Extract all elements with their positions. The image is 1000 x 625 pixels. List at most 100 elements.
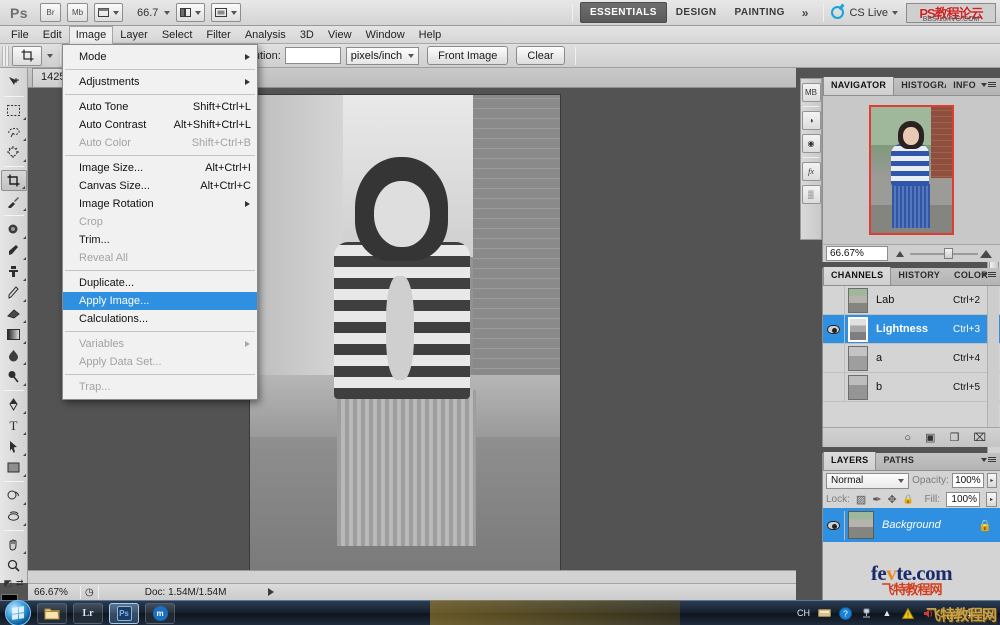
menu-file[interactable]: File [4,26,36,44]
taskbar-explorer[interactable] [37,602,67,624]
menu-edit[interactable]: Edit [36,26,69,44]
swatches-icon[interactable]: ▒ [801,185,821,204]
tray-network-icon[interactable] [859,606,873,620]
path-selection-tool[interactable] [1,436,27,457]
workspace-painting[interactable]: PAINTING [726,3,794,22]
zoom-in-icon[interactable] [980,249,992,258]
menu-filter[interactable]: Filter [199,26,237,44]
menu-item-image-rotation[interactable]: Image Rotation [63,195,257,213]
navigator-zoom-input[interactable]: 66.67% [826,246,888,261]
blend-mode-select[interactable]: Normal [826,472,910,489]
tab-info[interactable]: INFO [946,77,983,95]
move-tool[interactable] [1,72,27,93]
menu-3d[interactable]: 3D [293,26,321,44]
taskbar-lightroom[interactable]: Lr [73,602,103,624]
horizontal-type-tool[interactable]: T [1,415,27,436]
navigator-zoom-slider[interactable] [896,247,992,261]
rectangular-marquee-tool[interactable] [1,100,27,121]
status-zoom-value[interactable]: 66.67% [28,587,80,598]
channel-row-lightness[interactable]: Lightness Ctrl+3 [823,314,1000,344]
image-menu-dropdown[interactable]: Mode Adjustments Auto Tone Shift+Ctrl+L … [62,44,258,400]
menu-select[interactable]: Select [155,26,200,44]
lock-transparent-pixels-icon[interactable]: ▨ [856,493,866,506]
channel-row-lab[interactable]: Lab Ctrl+2 [823,285,1000,315]
layer-visibility-toggle[interactable] [823,510,845,540]
menu-item-adjustments[interactable]: Adjustments [63,73,257,91]
clone-stamp-tool[interactable] [1,261,27,282]
save-selection-as-channel-icon[interactable]: ▣ [925,431,935,444]
workspace-design[interactable]: DESIGN [667,3,726,22]
fill-value[interactable]: 100% [946,491,980,507]
cs-live-button[interactable]: CS Live [831,6,898,19]
menu-item-apply-image[interactable]: Apply Image... [63,292,257,310]
menu-item-trim[interactable]: Trim... [63,231,257,249]
history-brush-tool[interactable] [1,282,27,303]
adjustments-icon[interactable]: ◑ [801,111,821,130]
crop-tool[interactable] [0,170,27,191]
tray-warning-icon[interactable]: ! [901,606,915,620]
masks-icon[interactable]: ◉ [801,134,821,153]
lock-image-pixels-icon[interactable]: ✒ [872,493,881,506]
channels-panel-menu-icon[interactable] [981,272,996,277]
more-workspaces-icon[interactable]: » [794,6,817,20]
3d-camera-rotate-tool[interactable] [1,506,27,527]
menu-view[interactable]: View [321,26,359,44]
launch-bridge-button[interactable]: Br [40,3,61,22]
channel-row-a[interactable]: a Ctrl+4 [823,343,1000,373]
zoom-out-icon[interactable] [896,250,904,257]
layer-row-background[interactable]: Background 🔒 [823,508,1000,542]
lock-all-icon[interactable]: 🔒 [903,494,914,505]
workspace-essentials[interactable]: ESSENTIALS [579,2,667,23]
channel-visibility-toggle[interactable] [823,285,845,315]
tab-layers[interactable]: LAYERS [823,452,877,470]
tray-help-icon[interactable]: ? [838,606,852,620]
arrange-documents-icon[interactable] [176,3,206,22]
load-channel-as-selection-icon[interactable]: ○ [904,432,911,444]
resolution-input[interactable] [284,47,341,64]
menu-help[interactable]: Help [412,26,449,44]
spot-healing-brush-tool[interactable] [1,219,27,240]
zoom-tool[interactable] [1,555,27,576]
channel-row-b[interactable]: b Ctrl+5 [823,372,1000,402]
menu-image[interactable]: Image [68,26,114,44]
gradient-tool[interactable] [1,324,27,345]
view-extras-icon[interactable] [94,3,123,22]
crop-tool-icon[interactable] [12,45,42,66]
launch-mini-bridge-button[interactable]: Mb [67,3,88,22]
tab-paths[interactable]: PATHS [876,452,921,470]
lasso-tool[interactable] [1,121,27,142]
front-image-button[interactable]: Front Image [427,46,509,65]
slider-thumb[interactable] [944,248,953,259]
tab-histogram[interactable]: HISTOGRAM [894,77,946,95]
quick-selection-tool[interactable] [1,142,27,163]
new-channel-icon[interactable]: ❐ [949,431,959,444]
eyedropper-tool[interactable] [1,191,27,212]
tray-volume-icon[interactable] [922,606,936,620]
start-button-icon[interactable] [5,600,31,625]
rectangle-tool[interactable] [1,457,27,478]
channel-visibility-toggle[interactable] [823,343,845,373]
menu-item-auto-contrast[interactable]: Auto Contrast Alt+Shift+Ctrl+L [63,116,257,134]
delete-channel-icon[interactable]: ⌧ [973,431,986,444]
status-menu-arrow-icon[interactable] [268,588,275,596]
taskbar-clock[interactable]: 12:51 [964,608,994,619]
lock-position-icon[interactable]: ✥ [888,493,897,506]
opacity-stepper[interactable]: ▸ [986,473,997,488]
eraser-tool[interactable] [1,303,27,324]
menu-item-mode[interactable]: Mode [63,48,257,66]
brush-tool[interactable] [1,240,27,261]
menu-window[interactable]: Window [359,26,412,44]
menu-item-auto-tone[interactable]: Auto Tone Shift+Ctrl+L [63,98,257,116]
tab-navigator[interactable]: NAVIGATOR [823,77,895,95]
taskbar-photoshop[interactable]: Ps [109,602,139,624]
screen-mode-icon[interactable] [211,3,242,22]
blur-tool[interactable] [1,345,27,366]
menu-layer[interactable]: Layer [113,26,155,44]
status-history-icon[interactable]: ◷ [81,587,98,598]
resolution-unit-select[interactable]: pixels/inch [345,46,420,65]
ime-indicator[interactable]: CH [797,608,810,618]
opacity-value[interactable]: 100% [951,473,984,488]
tray-keyboard-icon[interactable] [817,606,831,620]
mini-bridge-icon[interactable]: MB [801,83,821,102]
navigator-preview[interactable] [823,96,1000,244]
